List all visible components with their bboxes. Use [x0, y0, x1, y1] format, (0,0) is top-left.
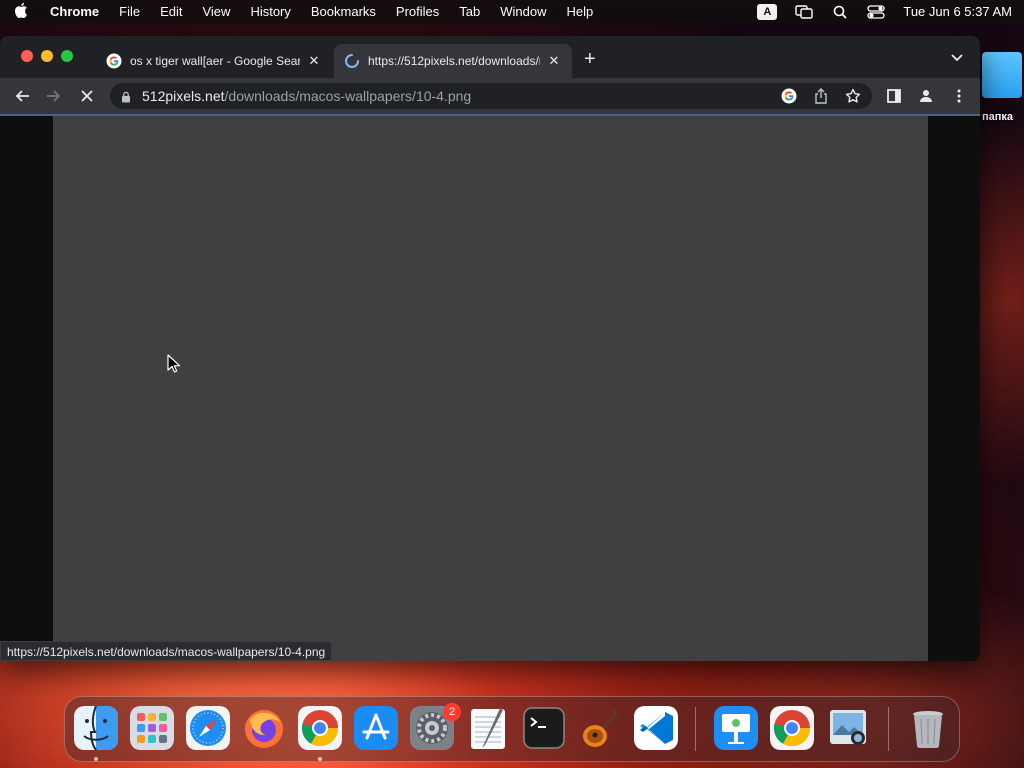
dock: 2 [64, 696, 960, 762]
menu-edit[interactable]: Edit [160, 4, 182, 19]
menu-profiles[interactable]: Profiles [396, 4, 439, 19]
bookmark-star-icon[interactable] [844, 87, 862, 105]
dock-separator [695, 707, 696, 751]
google-icon [106, 53, 122, 69]
profile-avatar-icon[interactable] [917, 87, 935, 105]
stop-loading-icon[interactable] [78, 87, 96, 105]
url-path: /downloads/macos-wallpapers/10-4.png [224, 88, 472, 104]
screen-mirroring-icon[interactable] [795, 4, 814, 20]
minimize-window-button[interactable] [41, 50, 53, 62]
share-icon[interactable] [812, 87, 830, 105]
forward-arrow-icon[interactable] [45, 87, 63, 105]
browser-toolbar: 512pixels.net/downloads/macos-wallpapers… [0, 78, 980, 114]
menu-view[interactable]: View [202, 4, 230, 19]
control-center-icon[interactable] [867, 4, 886, 20]
menu-history[interactable]: History [250, 4, 290, 19]
running-indicator [94, 757, 98, 761]
firefox-icon[interactable] [242, 706, 286, 750]
google-lens-icon[interactable] [780, 87, 798, 105]
menu-bookmarks[interactable]: Bookmarks [311, 4, 376, 19]
url-host: 512pixels.net [142, 88, 225, 104]
image-viewer-canvas[interactable] [53, 116, 928, 661]
back-arrow-icon[interactable] [13, 87, 31, 105]
finder-icon[interactable] [74, 706, 118, 750]
more-options-icon[interactable] [950, 87, 968, 105]
app-store-icon[interactable] [354, 706, 398, 750]
tab-wallpaper-png[interactable]: https://512pixels.net/downloads/macos-wa… [334, 44, 572, 78]
tab-title: https://512pixels.net/downloads/macos-wa… [368, 54, 540, 68]
menu-file[interactable]: File [119, 4, 140, 19]
fullscreen-window-button[interactable] [61, 50, 73, 62]
menu-bar: Chrome File Edit View History Bookmarks … [0, 0, 1024, 23]
address-bar[interactable]: 512pixels.net/downloads/macos-wallpapers… [110, 83, 872, 109]
textedit-icon[interactable] [466, 706, 510, 750]
terminal-icon[interactable] [522, 706, 566, 750]
tab-strip: os x tiger wall[aer - Google Search ✕ ht… [0, 36, 980, 78]
new-tab-button[interactable]: + [584, 49, 596, 69]
preview-icon[interactable] [826, 706, 870, 750]
page-content [0, 116, 980, 661]
lock-icon[interactable] [120, 90, 132, 103]
safari-icon[interactable] [186, 706, 230, 750]
tab-search-chevron-icon[interactable] [950, 50, 964, 64]
desktop-folder-icon[interactable] [982, 52, 1022, 98]
running-indicator [318, 757, 322, 761]
desktop-folder-label: папка [982, 111, 1014, 123]
dock-separator [888, 707, 889, 751]
tab-title: os x tiger wall[aer - Google Search [130, 54, 300, 68]
keynote-icon[interactable] [714, 706, 758, 750]
tab-close-icon[interactable]: ✕ [306, 53, 322, 69]
trash-icon[interactable] [906, 706, 950, 750]
vscode-icon[interactable] [634, 706, 678, 750]
chrome-icon[interactable] [298, 706, 342, 750]
tab-close-icon[interactable]: ✕ [546, 53, 562, 69]
close-window-button[interactable] [21, 50, 33, 62]
chrome-icon[interactable] [770, 706, 814, 750]
tab-google-search[interactable]: os x tiger wall[aer - Google Search ✕ [96, 44, 332, 78]
menu-bar-clock[interactable]: Tue Jun 6 5:37 AM [903, 4, 1012, 19]
link-status-bubble: https://512pixels.net/downloads/macos-wa… [0, 641, 333, 661]
menu-help[interactable]: Help [567, 4, 594, 19]
input-source-indicator[interactable]: A [757, 3, 778, 20]
mouse-cursor-icon [167, 354, 181, 373]
spotlight-search-icon[interactable] [831, 4, 849, 20]
notification-badge: 2 [443, 703, 461, 721]
menu-tab[interactable]: Tab [459, 4, 480, 19]
menu-window[interactable]: Window [500, 4, 546, 19]
launchpad-icon[interactable] [130, 706, 174, 750]
apple-menu-icon[interactable] [14, 2, 36, 22]
menu-app-name[interactable]: Chrome [50, 4, 99, 19]
loading-spinner-icon [344, 53, 360, 69]
side-panel-icon[interactable] [885, 87, 903, 105]
chrome-window: os x tiger wall[aer - Google Search ✕ ht… [0, 36, 980, 661]
garageband-icon[interactable] [578, 706, 622, 750]
